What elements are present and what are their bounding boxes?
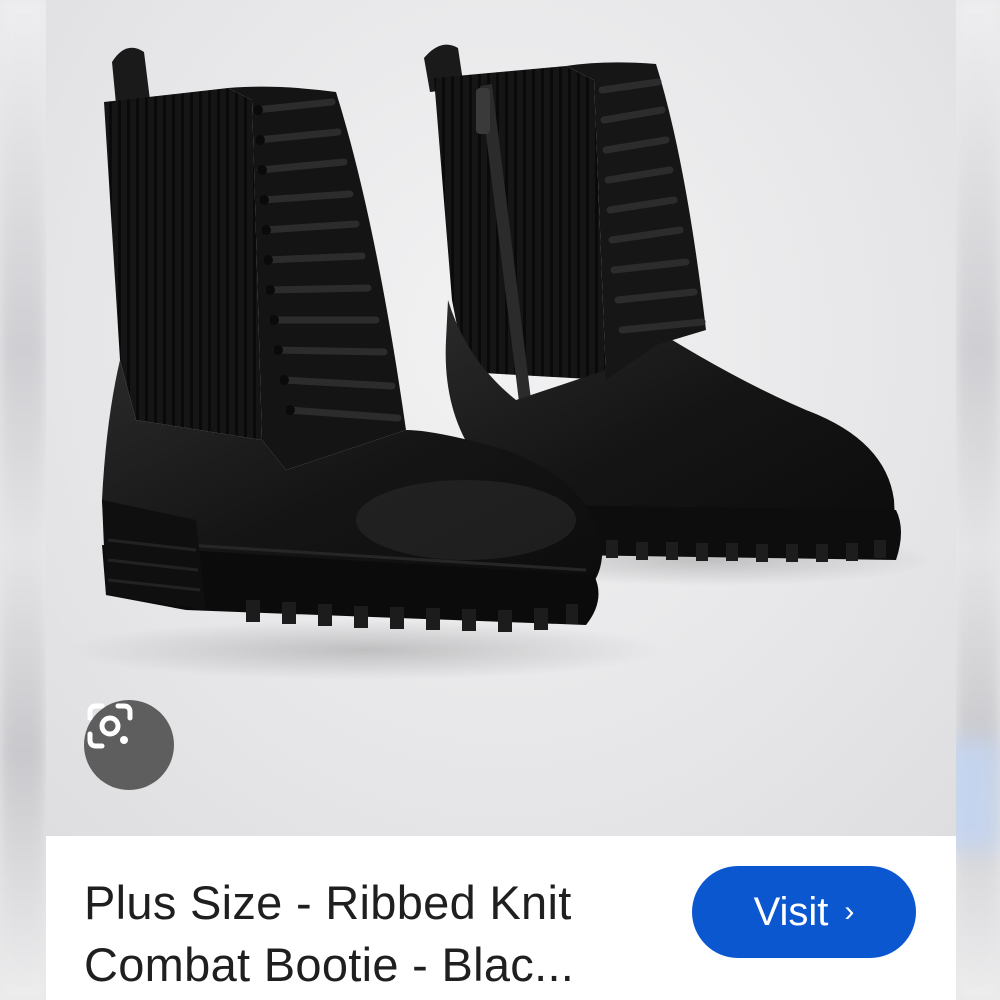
visit-button-label: Visit [753, 889, 829, 934]
product-image[interactable] [46, 0, 956, 836]
google-lens-button[interactable] [84, 700, 174, 790]
google-lens-icon [87, 703, 133, 749]
chevron-right-icon: › [844, 895, 855, 928]
product-title-line2: Combat Bootie - Blac... [84, 938, 575, 991]
visit-button[interactable]: Visit › [692, 866, 916, 958]
result-card[interactable]: Plus Size - Ribbed Knit Combat Bootie - … [46, 0, 956, 1000]
blurred-background-right [940, 0, 1000, 1000]
blurred-background-left [0, 0, 46, 1000]
boots-illustration [66, 44, 936, 680]
product-title[interactable]: Plus Size - Ribbed Knit Combat Bootie - … [84, 872, 644, 996]
product-title-line1: Plus Size - Ribbed Knit [84, 876, 572, 929]
product-info: Plus Size - Ribbed Knit Combat Bootie - … [46, 836, 956, 1000]
